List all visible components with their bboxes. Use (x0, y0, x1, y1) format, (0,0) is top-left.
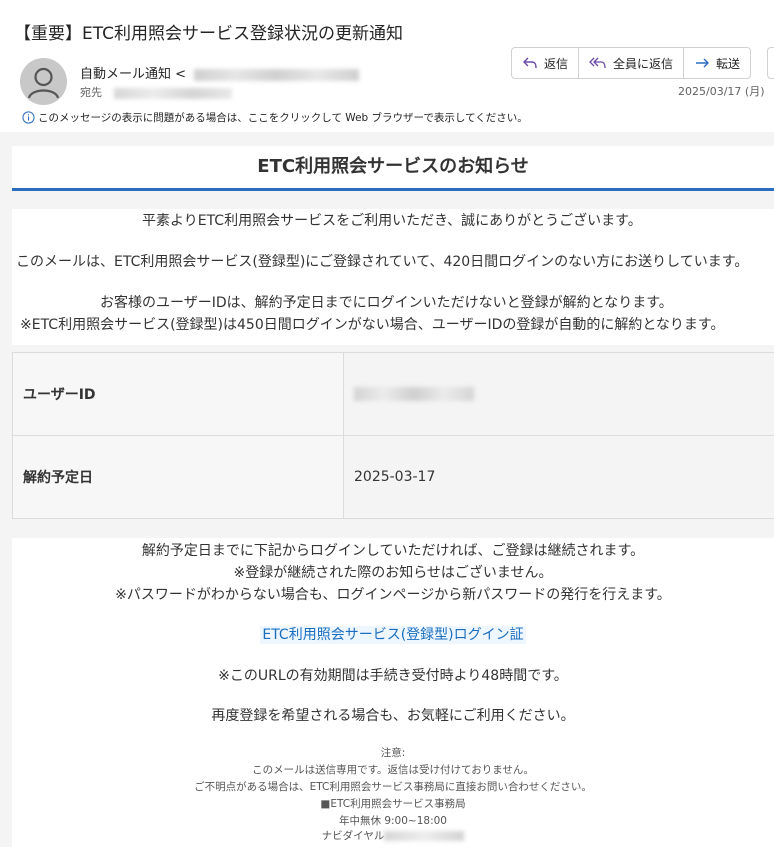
login-link[interactable]: ETC利用照会サービス(登録型)ログイン証 (260, 626, 526, 644)
instruction-password: ※パスワードがわからない場合も、ログインページから新パスワードの発行を行えます。 (115, 587, 671, 603)
url-validity-note: ※このURLの有効期間は手続き受付時より48時間です。 (218, 668, 568, 684)
email-title-banner: ETC利用照会サービスのお知らせ (12, 146, 774, 191)
person-icon (27, 67, 60, 99)
sender-name: 自動メール通知 (80, 67, 172, 82)
sender-avatar (20, 58, 67, 105)
forward-arrow-icon (696, 58, 710, 68)
instruction-continue: 解約予定日までに下記からログインしていただければ、ご登録は継続されます。 (141, 543, 645, 559)
reply-button[interactable]: 返信 (512, 48, 580, 78)
email-title: ETC利用照会サービスのお知らせ (257, 156, 529, 177)
forward-button[interactable]: 転送 (684, 48, 750, 78)
recipient-redacted (113, 87, 232, 99)
sender-address-redacted (194, 68, 360, 81)
navi-dial-label: ナビダイヤル (321, 830, 385, 842)
footer-hours: 年中無休 9:00~18:00 (339, 815, 447, 827)
user-id-value (343, 352, 774, 436)
forward-label: 転送 (716, 56, 741, 71)
reply-all-label: 全員に返信 (613, 56, 674, 71)
navi-dial-redacted (384, 831, 465, 841)
display-issue-text: このメッセージの表示に問題がある場合は、ここをクリックして Web ブラウザーで… (38, 112, 528, 124)
reply-all-icon (589, 57, 606, 69)
footer-note-label: 注意: (380, 747, 406, 759)
user-id-label: ユーザーID (12, 352, 344, 436)
footer-office-name: ■ETC利用照会サービス事務局 (320, 798, 466, 810)
reply-all-button[interactable]: 全員に返信 (579, 48, 685, 78)
display-issue-notice[interactable]: このメッセージの表示に問題がある場合は、ここをクリックして Web ブラウザーで… (22, 110, 528, 125)
table-row: ユーザーID (12, 352, 774, 436)
reply-icon (523, 57, 537, 69)
info-icon (22, 111, 35, 124)
user-id-redacted (354, 387, 474, 401)
received-date: 2025/03/17 (月) (678, 85, 765, 98)
reply-label: 返信 (544, 56, 569, 71)
intro-note: ※ETC利用照会サービス(登録型)は450日間ログインがない場合、ユーザーIDの… (20, 317, 725, 333)
table-row: 解約予定日 2025-03-17 (12, 435, 774, 519)
more-actions-button[interactable] (767, 47, 774, 79)
intro-greeting: 平素よりETC利用照会サービスをご利用いただき、誠にありがとうございます。 (142, 213, 642, 229)
to-label: 宛先 (80, 86, 102, 99)
email-subject: 【重要】ETC利用照会サービス登録状況の更新通知 (14, 24, 403, 44)
footer-contact: ご不明点がある場合は、ETC利用照会サービス事務局に直接お問い合わせください。 (194, 781, 592, 793)
login-link-wrapper: ETC利用照会サービス(登録型)ログイン証 (12, 624, 774, 644)
cancel-date-label: 解約予定日 (12, 435, 344, 519)
cancel-date-value: 2025-03-17 (343, 435, 774, 519)
message-actions: 返信 全員に返信 転送 (511, 47, 752, 79)
re-register-note: 再度登録を希望される場合も、お気軽にご利用ください。 (211, 708, 575, 724)
footer-navi-dial: ナビダイヤル (12, 828, 774, 843)
account-info-table: ユーザーID 解約予定日 2025-03-17 (12, 352, 774, 519)
intro-warning: お客様のユーザーIDは、解約予定日までにログインいただけないと登録が解約となりま… (100, 295, 673, 311)
recipient-line: 宛先 (80, 84, 232, 100)
footer-no-reply: このメールは送信専用です。返信は受け付けておりません。 (252, 764, 534, 776)
instruction-no-notice: ※登録が継続された際のお知らせはございません。 (233, 565, 553, 581)
sender-address-prefix: < (175, 67, 187, 82)
sender-line[interactable]: 自動メール通知 < (80, 63, 360, 82)
intro-reason: このメールは、ETC利用照会サービス(登録型)にご登録されていて、420日間ログ… (16, 254, 749, 270)
